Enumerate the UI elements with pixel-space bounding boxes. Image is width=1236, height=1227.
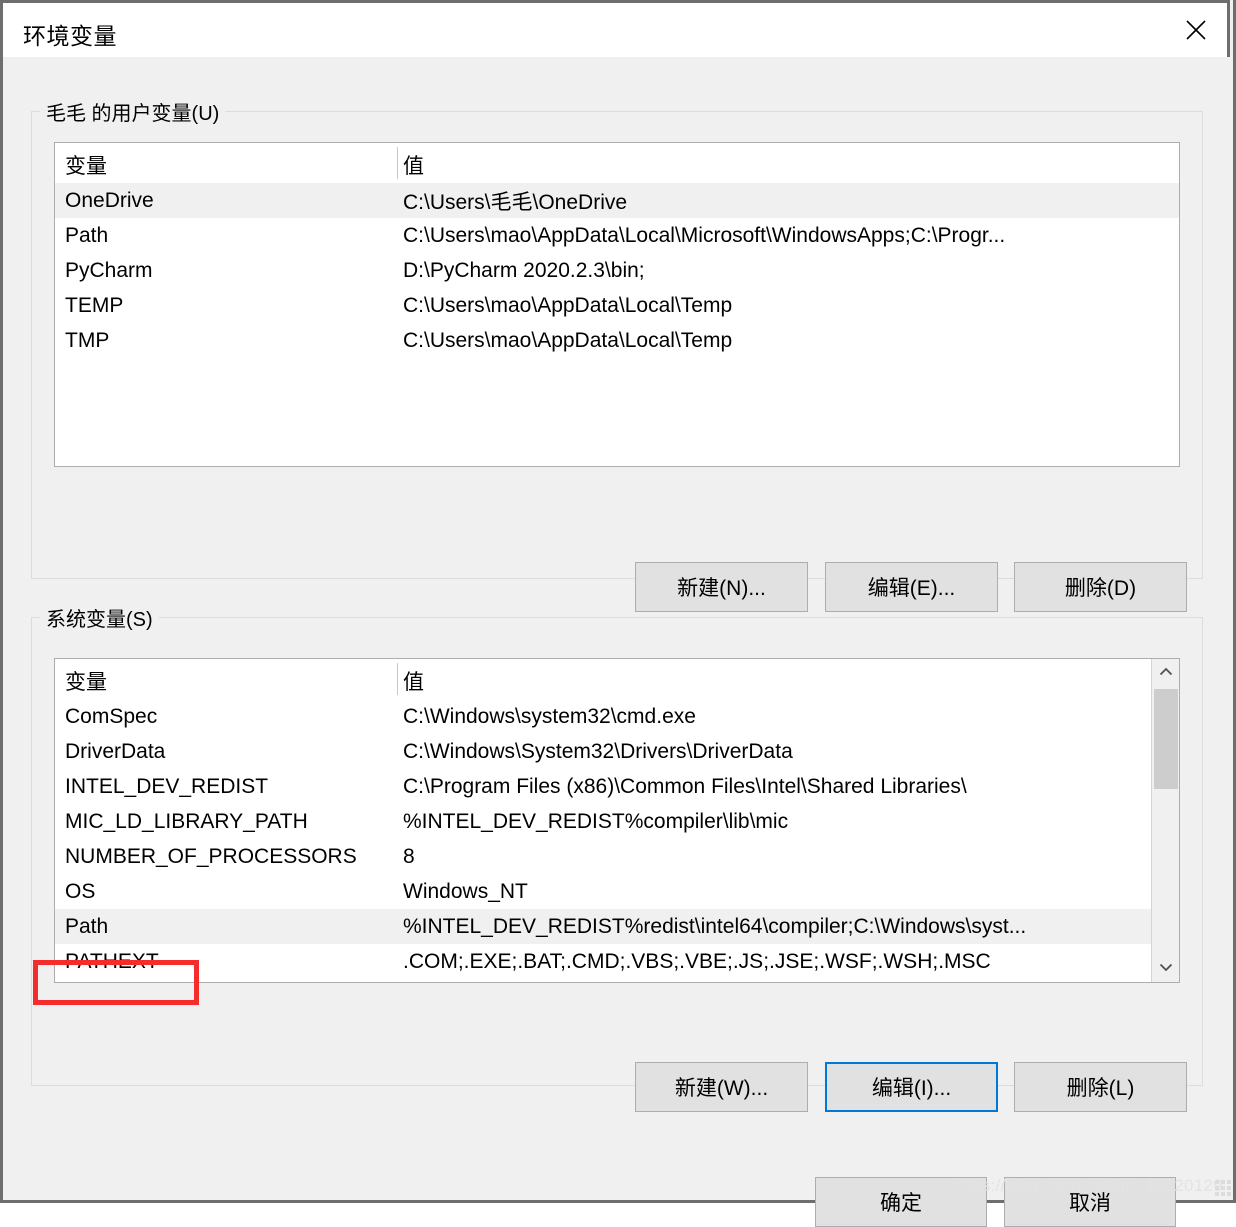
user-new-button[interactable]: 新建(N)... (635, 562, 808, 612)
table-row[interactable]: NUMBER_OF_PROCESSORS 8 (55, 839, 1179, 874)
table-row[interactable]: DriverData C:\Windows\System32\Drivers\Dr… (55, 734, 1179, 769)
system-list-header: 变量 值 (55, 659, 1179, 699)
close-button[interactable] (1165, 3, 1227, 57)
table-row[interactable]: MIC_LD_LIBRARY_PATH %INTEL_DEV_REDIST%com… (55, 804, 1179, 839)
table-row[interactable]: TEMP C:\Users\mao\AppData\Local\Temp (55, 288, 1179, 323)
table-row[interactable]: Path %INTEL_DEV_REDIST%redist\intel64\com… (55, 909, 1179, 944)
close-icon (1185, 19, 1207, 41)
cell-variable-name: OS (65, 879, 96, 903)
cell-variable-name: TEMP (65, 293, 124, 317)
table-row[interactable]: OS Windows_NT (55, 874, 1179, 909)
cell-variable-value: C:\Windows\system32\cmd.exe (403, 704, 696, 728)
system-list-scrollbar[interactable] (1151, 659, 1179, 982)
user-variables-legend: 毛毛 的用户变量(U) (40, 97, 226, 126)
dialog-title: 环境变量 (23, 23, 117, 49)
system-edit-button[interactable]: 编辑(I)... (825, 1062, 998, 1112)
watermark-text: https://blog.csdn.net/qq_46620129 (952, 1176, 1223, 1195)
user-variables-listbox[interactable]: 变量 值 OneDrive C:\Users\毛毛\OneDrive Path C:\… (54, 142, 1180, 467)
cell-variable-value: C:\Users\毛毛\OneDrive (403, 190, 628, 214)
system-column-header-value[interactable]: 值 (403, 666, 424, 696)
user-column-header-value[interactable]: 值 (403, 150, 424, 180)
system-delete-button[interactable]: 删除(L) (1014, 1062, 1187, 1112)
cell-variable-name: PyCharm (65, 258, 153, 282)
cell-variable-name: NUMBER_OF_PROCESSORS (65, 844, 357, 868)
cell-variable-value: C:\Program Files (x86)\Common Files\Inte… (403, 774, 967, 798)
user-variables-rows: OneDrive C:\Users\毛毛\OneDrive Path C:\Users… (55, 183, 1179, 358)
system-column-divider (397, 663, 398, 695)
scrollbar-down-button[interactable] (1152, 954, 1179, 982)
cell-variable-value: C:\Users\mao\AppData\Local\Temp (403, 293, 733, 317)
dialog-titlebar: 环境变量 (0, 0, 1230, 57)
system-variables-rows: ComSpec C:\Windows\system32\cmd.exe Driver… (55, 699, 1179, 979)
cell-variable-value: .COM;.EXE;.BAT;.CMD;.VBS;.VBE;.JS;.JSE;.… (403, 949, 991, 973)
table-row[interactable]: OneDrive C:\Users\毛毛\OneDrive (55, 183, 1179, 218)
cell-variable-name: OneDrive (65, 188, 154, 212)
system-new-button[interactable]: 新建(W)... (635, 1062, 808, 1112)
user-delete-button[interactable]: 删除(D) (1014, 562, 1187, 612)
table-row[interactable]: PATHEXT .COM;.EXE;.BAT;.CMD;.VBS;.VBE;.JS… (55, 944, 1179, 979)
cell-variable-value: %INTEL_DEV_REDIST%compiler\lib\mic (403, 809, 789, 833)
chevron-up-icon (1159, 664, 1173, 682)
cell-variable-value: 8 (403, 844, 415, 868)
watermark-logo-icon (1215, 1180, 1231, 1196)
chevron-down-icon (1159, 959, 1173, 977)
cell-variable-value: C:\Users\mao\AppData\Local\Temp (403, 328, 733, 352)
cell-variable-value: C:\Windows\System32\Drivers\DriverData (403, 739, 793, 763)
table-row[interactable]: TMP C:\Users\mao\AppData\Local\Temp (55, 323, 1179, 358)
table-row[interactable]: Path C:\Users\mao\AppData\Local\Microsoft… (55, 218, 1179, 253)
user-column-divider (397, 147, 398, 179)
cell-variable-name: DriverData (65, 739, 166, 763)
cell-variable-value: Windows_NT (403, 879, 528, 903)
system-variables-listbox[interactable]: 变量 值 ComSpec C:\Windows\system32\cmd.exe D… (54, 658, 1180, 983)
system-column-header-variable[interactable]: 变量 (65, 666, 107, 696)
user-column-header-variable[interactable]: 变量 (65, 150, 107, 180)
cell-variable-value: C:\Users\mao\AppData\Local\Microsoft\Win… (403, 223, 1006, 247)
scrollbar-up-button[interactable] (1152, 659, 1179, 687)
dialog-body: 毛毛 的用户变量(U) 变量 值 OneDrive C:\Users\毛毛\One… (3, 57, 1233, 1227)
cell-variable-name: Path (65, 223, 109, 247)
cell-variable-name: INTEL_DEV_REDIST (65, 774, 269, 798)
cell-variable-value: D:\PyCharm 2020.2.3\bin; (403, 258, 645, 282)
system-variables-legend: 系统变量(S) (40, 603, 159, 632)
table-row[interactable]: PyCharm D:\PyCharm 2020.2.3\bin; (55, 253, 1179, 288)
user-list-header: 变量 值 (55, 143, 1179, 183)
cell-variable-name: ComSpec (65, 704, 158, 728)
table-row[interactable]: INTEL_DEV_REDIST C:\Program Files (x86)\C… (55, 769, 1179, 804)
user-variables-group: 毛毛 的用户变量(U) 变量 值 OneDrive C:\Users\毛毛\One… (31, 97, 1203, 579)
scrollbar-thumb[interactable] (1154, 689, 1178, 789)
table-row[interactable]: ComSpec C:\Windows\system32\cmd.exe (55, 699, 1179, 734)
cell-variable-name: PATHEXT (65, 949, 159, 973)
environment-variables-dialog: 环境变量 毛毛 的用户变量(U) 变量 值 OneDrive C:\Users\毛… (0, 0, 1236, 1227)
cell-variable-name: TMP (65, 328, 110, 352)
cell-variable-name: MIC_LD_LIBRARY_PATH (65, 809, 308, 833)
system-variables-group: 系统变量(S) 变量 值 ComSpec C:\Windows\system32\… (31, 603, 1203, 1086)
user-edit-button[interactable]: 编辑(E)... (825, 562, 998, 612)
cell-variable-value: %INTEL_DEV_REDIST%redist\intel64\compile… (403, 914, 1027, 938)
cell-variable-name: Path (65, 914, 109, 938)
